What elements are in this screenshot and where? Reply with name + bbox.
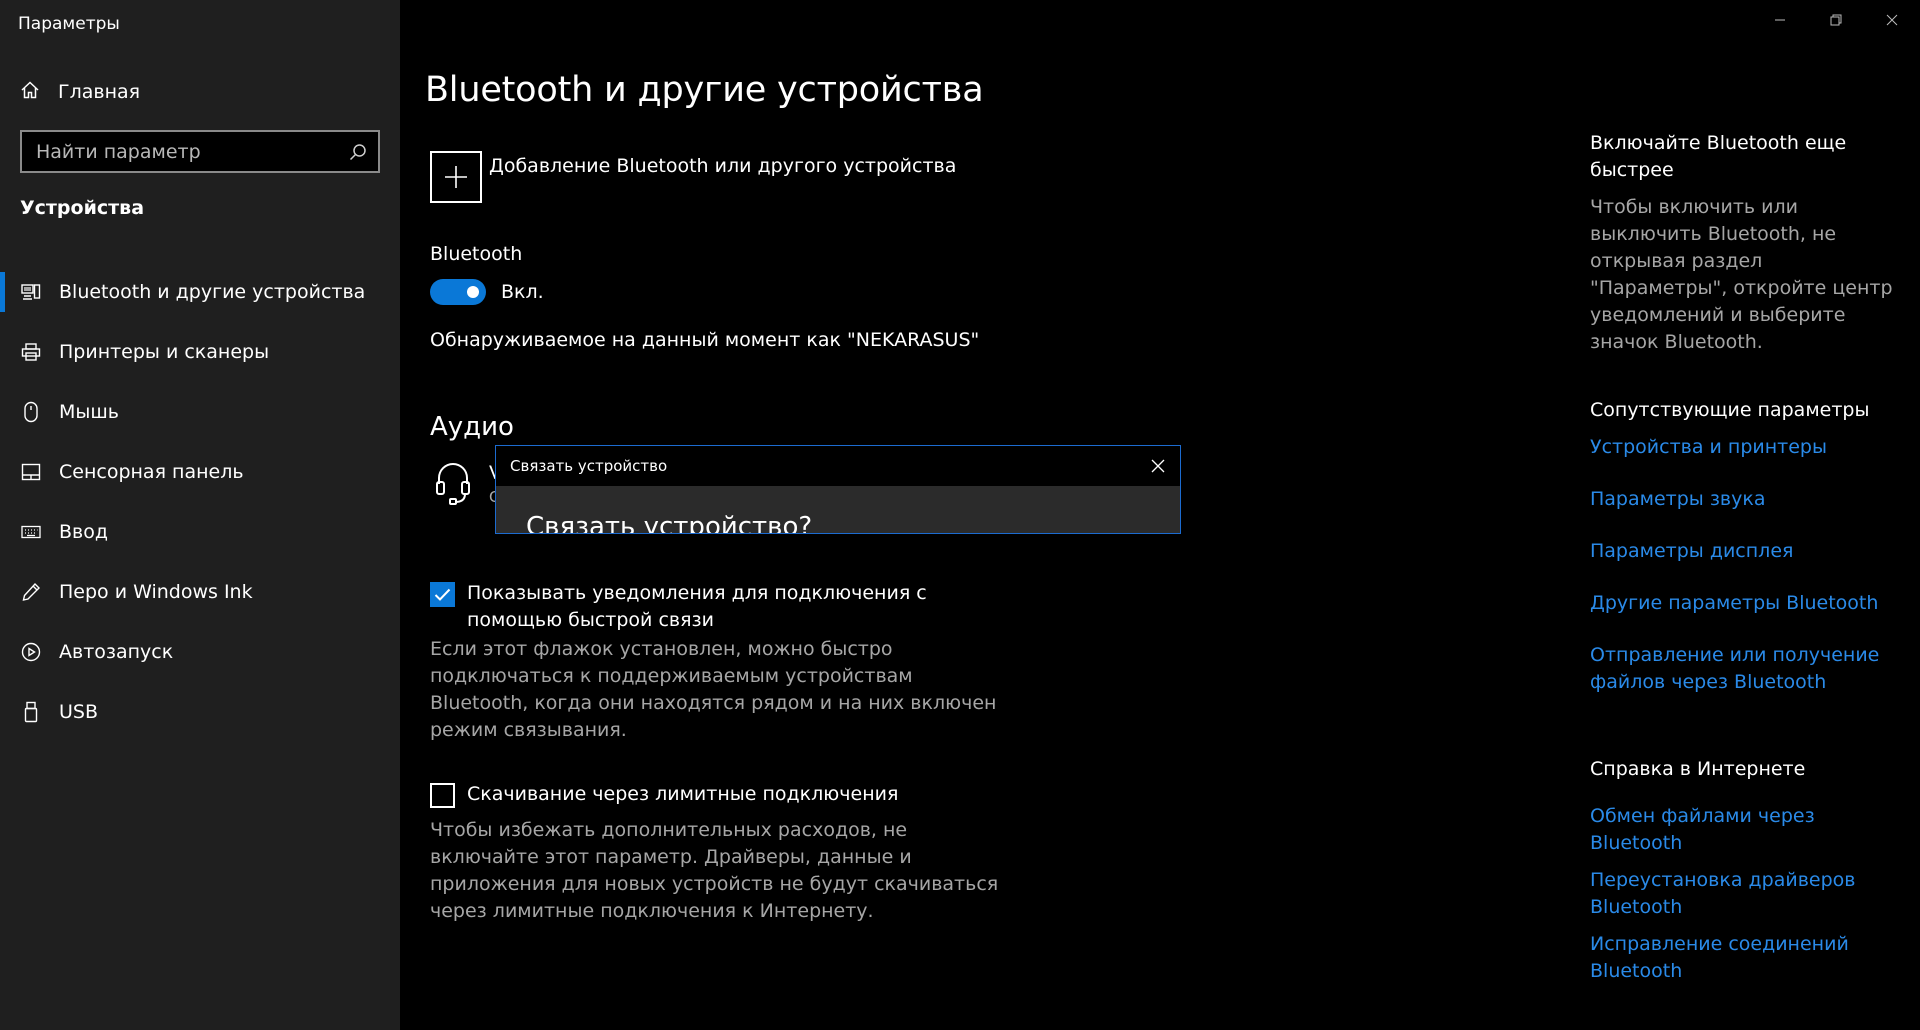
home-label: Главная (58, 81, 141, 103)
sidebar-item-bluetooth[interactable]: Bluetooth и другие устройства (0, 262, 400, 322)
settings-window: Параметры Главная Устройства (0, 0, 1920, 1030)
sidebar-item-label: Принтеры и сканеры (59, 341, 270, 363)
close-icon (1886, 11, 1898, 30)
sidebar-item-label: Автозапуск (59, 641, 174, 663)
sidebar: Параметры Главная Устройства (0, 0, 400, 1030)
toggle-state-label: Вкл. (501, 281, 544, 303)
close-window-button[interactable] (1864, 0, 1920, 40)
dialog-titlebar: Связать устройство (496, 446, 1180, 486)
dialog-title: Связать устройство (510, 457, 668, 475)
link-sound-settings[interactable]: Параметры звука (1590, 486, 1890, 513)
swift-pair-checkbox[interactable] (430, 582, 455, 607)
dialog-body: Связать устройство? (496, 486, 1180, 534)
page-title: Bluetooth и другие устройства (425, 70, 984, 110)
sidebar-item-label: Ввод (59, 521, 108, 543)
section-title: Устройства (20, 197, 145, 219)
search-icon[interactable] (338, 132, 378, 172)
link-reinstall-drivers[interactable]: Переустановка драйверов Bluetooth (1590, 867, 1890, 921)
sidebar-item-label: Мышь (59, 401, 119, 423)
sidebar-item-typing[interactable]: Ввод (0, 502, 400, 562)
link-fix-connections[interactable]: Исправление соединений Bluetooth (1590, 931, 1890, 985)
sidebar-item-label: USB (59, 701, 99, 723)
sidebar-item-touchpad[interactable]: Сенсорная панель (0, 442, 400, 502)
minimize-icon (1774, 11, 1786, 30)
restore-icon (1830, 11, 1842, 30)
printer-icon (20, 341, 42, 363)
mouse-icon (20, 401, 42, 423)
sidebar-item-label: Сенсорная панель (59, 461, 244, 483)
swift-pair-checkbox-row[interactable]: Показывать уведомления для подключения с… (430, 580, 1007, 634)
metered-checkbox[interactable] (430, 783, 455, 808)
search-box[interactable] (20, 130, 380, 173)
link-display-settings[interactable]: Параметры дисплея (1590, 538, 1890, 565)
touchpad-icon (20, 461, 42, 483)
bluetooth-toggle[interactable] (430, 279, 486, 305)
autoplay-icon (20, 641, 42, 663)
toggle-knob (467, 286, 479, 298)
dialog-close-button[interactable] (1136, 446, 1180, 486)
swift-pair-description: Если этот флажок установлен, можно быстр… (430, 638, 997, 741)
keyboard-icon (20, 521, 42, 543)
sidebar-item-label: Bluetooth и другие устройства (59, 281, 366, 303)
bluetooth-toggle-row: Вкл. (430, 279, 544, 305)
headset-icon (435, 460, 471, 506)
sidebar-nav: Bluetooth и другие устройства Принтеры и… (0, 262, 400, 742)
metered-checkbox-row[interactable]: Скачивание через лимитные подключения (430, 781, 1007, 808)
add-device-label: Добавление Bluetooth или другого устройс… (489, 155, 957, 177)
add-device-button[interactable]: Добавление Bluetooth или другого устройс… (430, 151, 956, 203)
sidebar-item-label: Перо и Windows Ink (59, 581, 253, 603)
link-more-bluetooth[interactable]: Другие параметры Bluetooth (1590, 590, 1890, 617)
swift-pair-label: Показывать уведомления для подключения с… (467, 582, 927, 631)
usb-icon (20, 701, 42, 723)
restore-button[interactable] (1808, 0, 1864, 40)
checkmark-icon (434, 588, 451, 601)
link-send-receive-files[interactable]: Отправление или получение файлов через B… (1590, 642, 1890, 696)
home-link[interactable]: Главная (20, 78, 140, 106)
sidebar-item-printers[interactable]: Принтеры и сканеры (0, 322, 400, 382)
sidebar-item-pen[interactable]: Перо и Windows Ink (0, 562, 400, 622)
sidebar-item-usb[interactable]: USB (0, 682, 400, 742)
window-controls (1752, 0, 1920, 40)
tip-title: Включайте Bluetooth еще быстрее (1590, 132, 1847, 181)
metered-label: Скачивание через лимитные подключения (467, 783, 899, 805)
devices-icon (20, 281, 42, 303)
discoverable-text: Обнаруживаемое на данный момент как "NEK… (430, 329, 980, 351)
help-title: Справка в Интернете (1590, 758, 1806, 780)
sidebar-item-mouse[interactable]: Мышь (0, 382, 400, 442)
minimize-button[interactable] (1752, 0, 1808, 40)
home-icon (20, 80, 40, 104)
metered-description: Чтобы избежать дополнительных расходов, … (430, 819, 999, 922)
search-input[interactable] (22, 140, 338, 163)
audio-section-title: Аудио (430, 412, 514, 442)
tip-text: Чтобы включить или выключить Bluetooth, … (1590, 196, 1893, 353)
pair-device-dialog: Связать устройство Связать устройство? (495, 445, 1181, 534)
link-devices-printers[interactable]: Устройства и принтеры (1590, 434, 1890, 461)
sidebar-item-autoplay[interactable]: Автозапуск (0, 622, 400, 682)
dialog-heading: Связать устройство? (526, 512, 813, 534)
link-share-files[interactable]: Обмен файлами через Bluetooth (1590, 803, 1890, 857)
close-icon (1151, 459, 1165, 473)
related-settings-title: Сопутствующие параметры (1590, 399, 1870, 421)
bluetooth-label: Bluetooth (430, 243, 523, 265)
plus-icon (430, 151, 482, 203)
pen-icon (20, 581, 42, 603)
app-title: Параметры (18, 14, 120, 34)
